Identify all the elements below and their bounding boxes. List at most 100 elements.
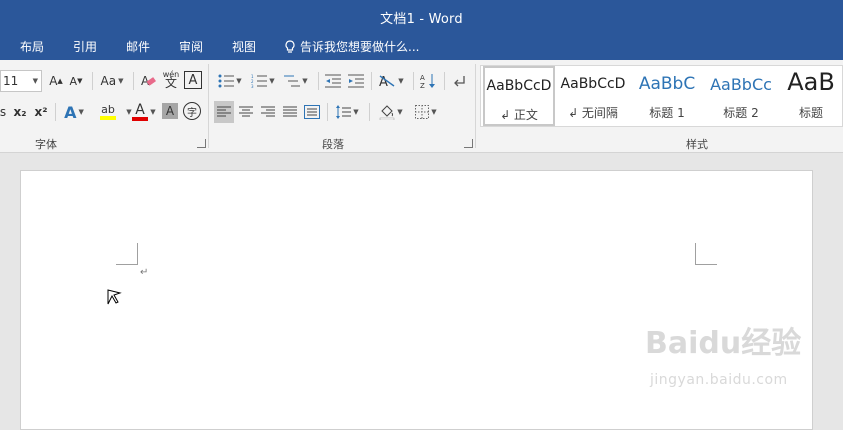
clear-formatting-button[interactable]: A <box>138 70 158 92</box>
title-bar: 文档1 - Word <box>0 0 843 32</box>
style-name: 标题 1 <box>649 106 685 120</box>
borders-icon <box>415 105 430 119</box>
paragraph-dialog-launcher-icon[interactable] <box>464 139 473 148</box>
distributed-button[interactable] <box>302 101 322 123</box>
ribbon-tabs: 布局 引用 邮件 审阅 视图 告诉我您想要做什么... <box>0 32 843 60</box>
divider <box>55 103 56 121</box>
decrease-indent-icon <box>325 74 341 88</box>
character-border-button[interactable]: A <box>184 71 202 89</box>
divider <box>413 72 414 90</box>
bullets-icon <box>218 74 235 88</box>
shading-button[interactable]: ▼ <box>375 101 407 123</box>
tab-review[interactable]: 审阅 <box>179 38 203 55</box>
enclose-characters-button[interactable]: 字 <box>183 102 201 120</box>
divider <box>369 103 370 121</box>
highlight-color-button[interactable]: ab <box>92 101 124 123</box>
chevron-down-icon: ▼ <box>32 77 38 85</box>
style-name: ↲ 无间隔 <box>568 106 618 120</box>
sort-icon: AZ <box>420 74 435 89</box>
svg-text:3: 3 <box>251 84 254 88</box>
styles-group-label: 样式 <box>686 138 708 151</box>
style-name: ↲ 正文 <box>500 108 538 122</box>
eraser-icon: A <box>141 74 156 88</box>
divider <box>371 72 372 90</box>
style-sample: AaBbCcD <box>486 78 552 94</box>
sort-button[interactable]: AZ <box>418 70 438 92</box>
justify-icon <box>283 106 297 117</box>
styles-gallery: AaBbCcD ↲ 正文 AaBbCcD ↲ 无间隔 AaBbC 标题 1 Aa… <box>480 65 843 127</box>
style-no-spacing[interactable]: AaBbCcD ↲ 无间隔 <box>557 66 629 126</box>
chinese-layout-button[interactable]: A ▼ <box>376 70 406 92</box>
style-name: 标题 <box>798 106 823 120</box>
font-size-value: 11 <box>3 74 19 88</box>
superscript-button[interactable]: x² <box>31 101 51 123</box>
paragraph-mark: ↵ <box>140 267 149 278</box>
divider <box>444 72 445 90</box>
tab-mailings[interactable]: 邮件 <box>126 38 150 55</box>
borders-button[interactable]: ▼ <box>410 101 442 123</box>
show-formatting-marks-button[interactable] <box>450 70 470 92</box>
ribbon: 11 ▼ A ▲ A ▼ Aa ▼ A wén 文 A s x₂ x² A ▼ ab ▼… <box>0 60 843 153</box>
window-title: 文档1 - Word <box>380 12 463 27</box>
divider <box>327 103 328 121</box>
subscript-button[interactable]: x₂ <box>10 101 30 123</box>
strikethrough-button[interactable]: s <box>0 101 6 123</box>
chevron-down-icon[interactable]: ▼ <box>146 101 158 123</box>
align-left-button[interactable] <box>214 101 234 123</box>
change-case-button[interactable]: Aa ▼ <box>96 70 128 92</box>
mouse-cursor-icon <box>107 289 122 305</box>
divider <box>318 72 319 90</box>
increase-indent-icon <box>348 74 364 88</box>
shrink-font-button[interactable]: A ▼ <box>68 70 84 92</box>
numbering-icon: 123 <box>251 74 268 88</box>
style-sample: AaBbC <box>638 74 696 94</box>
style-heading-2[interactable]: AaBbCc 标题 2 <box>705 66 777 126</box>
line-spacing-icon <box>336 105 352 119</box>
align-right-icon <box>261 106 275 117</box>
document-page[interactable]: ↵ <box>20 170 813 430</box>
group-separator <box>475 64 476 148</box>
svg-text:A: A <box>420 74 425 82</box>
font-size-select[interactable]: 11 ▼ <box>0 70 42 92</box>
character-shading-button[interactable]: A <box>162 103 178 119</box>
multilevel-list-button[interactable]: ▼ <box>282 70 310 92</box>
divider <box>133 72 134 90</box>
style-title[interactable]: AaB 标题 <box>779 66 843 126</box>
tell-me-box[interactable]: 告诉我您想要做什么... <box>284 38 419 55</box>
style-sample: AaBbCc <box>710 75 772 94</box>
baidu-watermark-logo: Baidu经验 <box>645 326 802 361</box>
text-effects-button[interactable]: A ▼ <box>60 101 88 123</box>
line-spacing-button[interactable]: ▼ <box>332 101 362 123</box>
crop-mark-top-right <box>695 243 717 265</box>
group-separator <box>208 64 209 148</box>
distributed-icon <box>304 105 320 119</box>
grow-font-button[interactable]: A ▲ <box>48 70 64 92</box>
crop-mark-top-left <box>116 243 138 265</box>
align-left-icon <box>217 106 231 117</box>
style-normal[interactable]: AaBbCcD ↲ 正文 <box>483 66 555 126</box>
decrease-indent-button[interactable] <box>323 70 343 92</box>
style-sample: AaBbCcD <box>560 76 626 92</box>
bullets-button[interactable]: ▼ <box>216 70 244 92</box>
justify-button[interactable] <box>280 101 300 123</box>
style-heading-1[interactable]: AaBbC 标题 1 <box>631 66 703 126</box>
style-name: 标题 2 <box>723 106 759 120</box>
increase-indent-button[interactable] <box>346 70 366 92</box>
baidu-watermark-url: jingyan.baidu.com <box>650 372 788 388</box>
multilevel-list-icon <box>284 75 301 87</box>
font-dialog-launcher-icon[interactable] <box>197 139 206 148</box>
highlight-color-bar <box>100 116 116 120</box>
align-center-button[interactable] <box>236 101 256 123</box>
phonetic-guide-button[interactable]: wén 文 <box>161 68 181 90</box>
svg-text:Z: Z <box>420 82 425 89</box>
tab-layout[interactable]: 布局 <box>20 38 44 55</box>
lightbulb-icon <box>285 39 295 53</box>
tab-view[interactable]: 视图 <box>232 38 256 55</box>
paragraph-mark-icon <box>454 76 465 87</box>
paragraph-group-label: 段落 <box>322 138 344 151</box>
align-center-icon <box>239 106 253 117</box>
align-right-button[interactable] <box>258 101 278 123</box>
tab-references[interactable]: 引用 <box>73 38 97 55</box>
tell-me-label: 告诉我您想要做什么... <box>300 40 420 54</box>
numbering-button[interactable]: 1 2 3 ▼ <box>249 70 277 92</box>
